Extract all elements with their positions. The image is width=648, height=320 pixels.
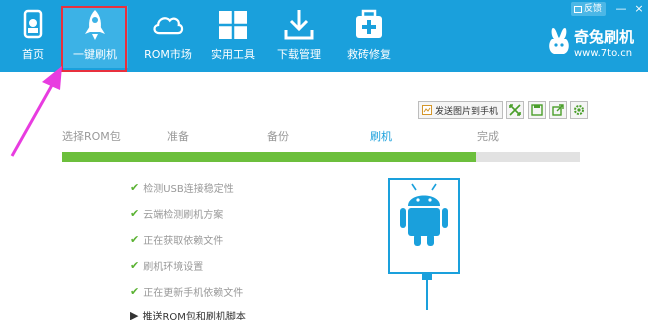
phone-frame bbox=[388, 178, 460, 274]
nav-item-home[interactable]: 首页 bbox=[0, 6, 66, 68]
gear-icon bbox=[574, 105, 584, 115]
brand-logo: 奇兔刷机 www.7to.cn bbox=[546, 22, 642, 68]
send-image-label: 发送图片到手机 bbox=[435, 106, 499, 117]
download-icon bbox=[284, 10, 314, 40]
checklist-item-current: ▶ 推送ROM包和刷机脚本 bbox=[130, 308, 246, 320]
checklist-item-label: 正在更新手机依赖文件 bbox=[143, 288, 244, 299]
checklist-item: ✔ 正在获取依赖文件 bbox=[130, 232, 223, 247]
step-backup: 备份 bbox=[267, 130, 289, 143]
step-prepare: 准备 bbox=[167, 130, 189, 143]
android-robot-icon bbox=[400, 183, 448, 246]
nav-item-label: 救砖修复 bbox=[347, 48, 391, 61]
save-button[interactable] bbox=[528, 101, 546, 119]
grid-icon bbox=[219, 11, 247, 39]
send-image-to-phone-button[interactable]: 发送图片到手机 bbox=[418, 101, 504, 119]
feedback-label: 反馈 bbox=[583, 4, 602, 14]
cloud-icon bbox=[153, 17, 184, 35]
message-icon bbox=[573, 5, 582, 13]
nav-item-download-manager[interactable]: 下载管理 bbox=[266, 6, 332, 68]
nav-item-label: ROM市场 bbox=[144, 48, 192, 61]
expand-icon bbox=[509, 104, 521, 116]
checklist-item: ✔ 正在更新手机依赖文件 bbox=[130, 284, 243, 299]
play-arrow-icon: ▶ bbox=[130, 309, 139, 320]
checkmark-icon: ✔ bbox=[130, 207, 140, 220]
first-aid-icon bbox=[356, 9, 382, 38]
save-icon bbox=[531, 104, 543, 116]
nav-item-label: 下载管理 bbox=[277, 48, 321, 61]
checklist-item-label: 云端检测刷机方案 bbox=[143, 210, 224, 221]
close-button[interactable]: × bbox=[630, 1, 648, 17]
window-controls: 反馈 — × bbox=[570, 0, 648, 18]
checklist-item-label: 刷机环境设置 bbox=[143, 262, 204, 273]
checkmark-icon: ✔ bbox=[130, 181, 140, 194]
fullscreen-button[interactable] bbox=[506, 101, 524, 119]
image-send-icon bbox=[422, 105, 432, 115]
checklist-item: ✔ 云端检测刷机方案 bbox=[130, 206, 223, 221]
rabbit-logo-icon bbox=[549, 28, 569, 54]
checklist-item-label: 推送ROM包和刷机脚本 bbox=[142, 312, 246, 320]
feedback-button[interactable]: 反馈 bbox=[570, 2, 606, 16]
minimize-button[interactable]: — bbox=[612, 1, 630, 17]
step-complete: 完成 bbox=[477, 130, 499, 143]
progress-bar-fill bbox=[62, 152, 477, 162]
checklist-item: ✔ 检测USB连接稳定性 bbox=[130, 180, 234, 195]
checklist-item-label: 检测USB连接稳定性 bbox=[143, 184, 234, 195]
nav-item-rom-market[interactable]: ROM市场 bbox=[135, 6, 201, 68]
nav-item-label: 实用工具 bbox=[211, 48, 255, 61]
export-button[interactable] bbox=[549, 101, 567, 119]
usb-cable-icon bbox=[422, 274, 432, 310]
step-flash: 刷机 bbox=[370, 130, 392, 143]
checkmark-icon: ✔ bbox=[130, 259, 140, 272]
brand-url: www.7to.cn bbox=[574, 48, 633, 59]
step-select-rom: 选择ROM包 bbox=[62, 130, 121, 143]
nav-item-brick-repair[interactable]: 救砖修复 bbox=[336, 6, 402, 68]
brand-name: 奇兔刷机 bbox=[574, 28, 635, 46]
checklist-item-label: 正在获取依赖文件 bbox=[143, 236, 224, 247]
home-icon bbox=[23, 9, 43, 39]
progress-bar bbox=[62, 152, 580, 162]
checklist-item: ✔ 刷机环境设置 bbox=[130, 258, 203, 273]
checkmark-icon: ✔ bbox=[130, 233, 140, 246]
settings-button[interactable] bbox=[570, 101, 588, 119]
nav-item-utilities[interactable]: 实用工具 bbox=[200, 6, 266, 68]
export-icon bbox=[552, 104, 564, 116]
checkmark-icon: ✔ bbox=[130, 285, 140, 298]
